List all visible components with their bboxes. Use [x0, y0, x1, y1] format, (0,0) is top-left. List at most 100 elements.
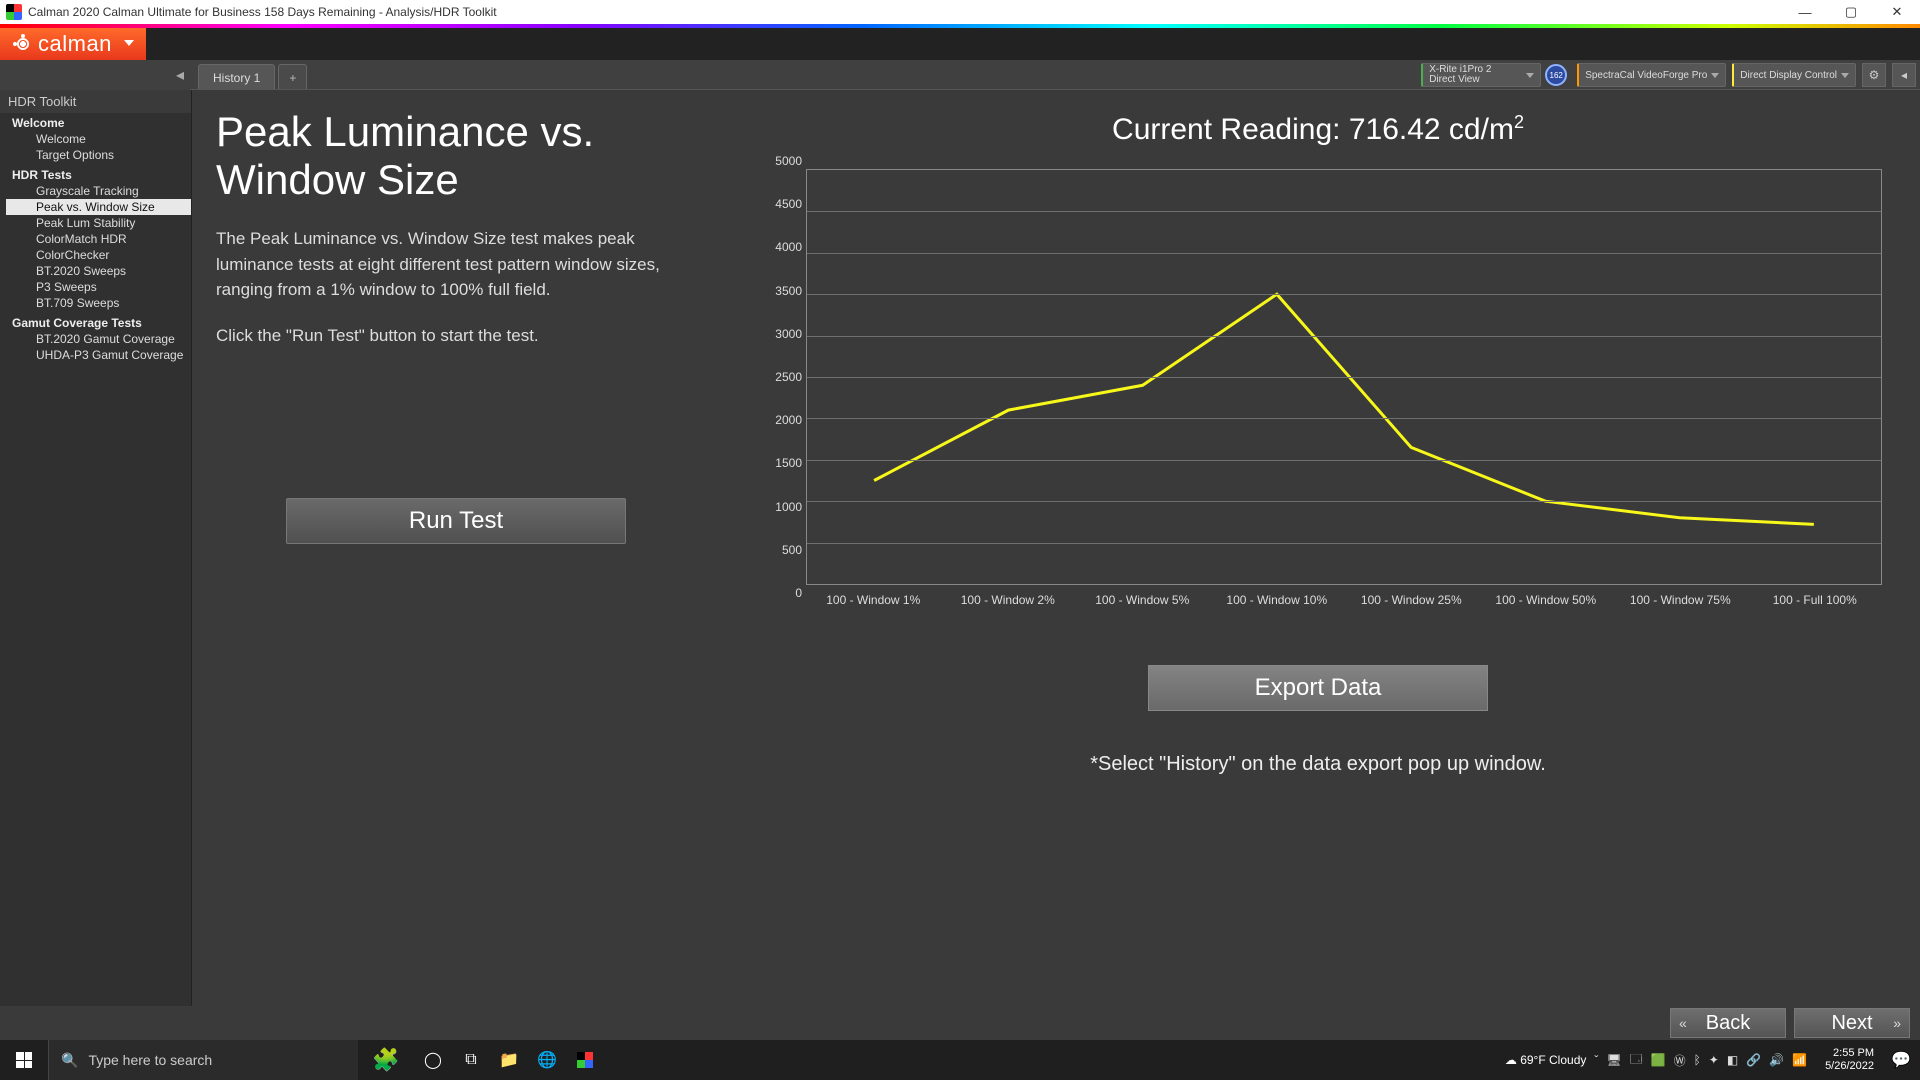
export-data-button[interactable]: Export Data — [1148, 665, 1488, 711]
reading-unit-exponent: 2 — [1514, 112, 1524, 132]
y-tick: 2000 — [775, 413, 802, 427]
task-view-button[interactable]: ⧉ — [452, 1040, 490, 1080]
taskview-icon: ⧉ — [465, 1051, 476, 1069]
tab-history-1[interactable]: History 1 — [198, 64, 275, 89]
x-tick: 100 - Window 2% — [961, 593, 1055, 607]
x-tick: 100 - Window 5% — [1095, 593, 1189, 607]
edge-button[interactable]: 🌐 — [528, 1040, 566, 1080]
meter-selector[interactable]: X-Rite i1Pro 2 Direct View — [1421, 63, 1541, 87]
chevron-down-icon — [124, 40, 134, 46]
notification-icon: 💬 — [1891, 1050, 1911, 1070]
back-label: Back — [1706, 1012, 1750, 1035]
window-maximize-button[interactable]: ▢ — [1828, 0, 1874, 24]
sidebar-item-peak-lum-stability[interactable]: Peak Lum Stability — [6, 215, 191, 231]
run-test-button[interactable]: Run Test — [286, 498, 626, 544]
sidebar-group-hdr-tests[interactable]: HDR Tests — [6, 167, 191, 183]
y-tick: 3000 — [775, 327, 802, 341]
sidebar-group-welcome[interactable]: Welcome — [6, 115, 191, 131]
sidebar-item-welcome[interactable]: Welcome — [6, 131, 191, 147]
tab-add-button[interactable]: + — [278, 64, 307, 89]
main-menu-button[interactable]: calman — [0, 28, 146, 60]
tab-strip: ◂ History 1 + X-Rite i1Pro 2 Direct View… — [0, 60, 1920, 90]
notifications-button[interactable]: 💬 — [1882, 1040, 1920, 1080]
gridline — [807, 336, 1881, 337]
back-button[interactable]: « Back — [1670, 1008, 1786, 1038]
next-button[interactable]: Next » — [1794, 1008, 1910, 1038]
source-selector[interactable]: SpectraCal VideoForge Pro — [1577, 63, 1726, 87]
volume-icon[interactable]: 🔊 — [1769, 1053, 1784, 1067]
file-explorer-button[interactable]: 📁 — [490, 1040, 528, 1080]
y-tick: 3500 — [775, 284, 802, 298]
cortana-button[interactable]: ◯ — [414, 1040, 452, 1080]
sidebar-item-bt-2020-gamut-coverage[interactable]: BT.2020 Gamut Coverage — [6, 331, 191, 347]
tray-icon[interactable]: ✦ — [1709, 1053, 1719, 1067]
current-reading: Current Reading: 716.42 cd/m2 — [746, 112, 1890, 147]
calman-logo-icon — [14, 35, 32, 53]
page-description-1: The Peak Luminance vs. Window Size test … — [216, 226, 686, 303]
sidebar-item-uhda-p3-gamut-coverage[interactable]: UHDA-P3 Gamut Coverage — [6, 347, 191, 363]
gridline — [807, 543, 1881, 544]
x-tick: 100 - Window 75% — [1630, 593, 1731, 607]
chevron-down-icon — [1841, 73, 1849, 78]
taskbar-clock[interactable]: 2:55 PM 5/26/2022 — [1817, 1047, 1882, 1073]
calman-taskbar-button[interactable] — [566, 1040, 604, 1080]
tray-icon[interactable]: 🗔 — [1630, 1050, 1643, 1071]
next-label: Next — [1831, 1012, 1872, 1035]
sidebar-collapse-button[interactable]: ◂ — [0, 60, 190, 90]
panel-collapse-button[interactable]: ◂ — [1892, 63, 1916, 87]
sidebar-item-bt-709-sweeps[interactable]: BT.709 Sweeps — [6, 295, 191, 311]
bluetooth-icon[interactable]: ᛒ — [1694, 1053, 1701, 1067]
display-selector[interactable]: Direct Display Control — [1732, 63, 1856, 87]
gear-icon: ⚙ — [1869, 68, 1880, 82]
gridline — [807, 418, 1881, 419]
search-placeholder: Type here to search — [88, 1052, 212, 1068]
brand-name: calman — [38, 31, 112, 57]
y-tick: 5000 — [775, 154, 802, 168]
taskbar-search[interactable]: 🔍 Type here to search — [48, 1040, 358, 1080]
sidebar-item-bt-2020-sweeps[interactable]: BT.2020 Sweeps — [6, 263, 191, 279]
chevron-right-icon: » — [1893, 1015, 1901, 1031]
tray-icon[interactable]: Ⓦ — [1674, 1052, 1686, 1069]
meter-reading-badge: 162 — [1545, 64, 1567, 86]
system-tray: ☁ 69°F Cloudy ˇ 🖥 🗔 🟩 Ⓦ ᛒ ✦ ◧ 🔗 🔊 📶 — [1495, 1050, 1817, 1071]
app-icon — [6, 4, 22, 20]
gridline — [807, 211, 1881, 212]
x-tick: 100 - Window 50% — [1495, 593, 1596, 607]
sidebar-item-peak-vs-window-size[interactable]: Peak vs. Window Size — [6, 199, 191, 215]
source-name: SpectraCal VideoForge Pro — [1585, 70, 1707, 81]
chart-plot-area — [806, 169, 1882, 585]
tray-icon[interactable]: 🔗 — [1746, 1053, 1761, 1067]
sidebar: HDR Toolkit WelcomeWelcomeTarget Options… — [0, 90, 192, 1006]
chevron-left-icon: « — [1679, 1015, 1687, 1031]
x-tick: 100 - Window 1% — [826, 593, 920, 607]
weather-widget[interactable]: ☁ 69°F Cloudy — [1505, 1053, 1587, 1067]
window-minimize-button[interactable]: — — [1782, 0, 1828, 24]
news-icon: 🧩 — [372, 1047, 399, 1073]
sidebar-item-grayscale-tracking[interactable]: Grayscale Tracking — [6, 183, 191, 199]
page-title: Peak Luminance vs. Window Size — [216, 108, 746, 204]
gridline — [807, 501, 1881, 502]
windows-taskbar: 🔍 Type here to search 🧩 ◯ ⧉ 📁 🌐 ☁ 69°F C… — [0, 1040, 1920, 1080]
search-icon: 🔍 — [61, 1052, 78, 1069]
reading-value: 716.42 cd/m — [1349, 113, 1514, 146]
sidebar-item-p3-sweeps[interactable]: P3 Sweeps — [6, 279, 191, 295]
y-tick: 500 — [782, 543, 802, 557]
sidebar-item-colorchecker[interactable]: ColorChecker — [6, 247, 191, 263]
sidebar-item-colormatch-hdr[interactable]: ColorMatch HDR — [6, 231, 191, 247]
wifi-icon[interactable]: 📶 — [1792, 1053, 1807, 1067]
tray-icon[interactable]: 🟩 — [1651, 1053, 1666, 1067]
edge-icon: 🌐 — [537, 1050, 557, 1070]
clock-time: 2:55 PM — [1833, 1047, 1874, 1060]
y-tick: 4500 — [775, 197, 802, 211]
tray-overflow-button[interactable]: ˇ — [1594, 1053, 1598, 1067]
tray-icon[interactable]: 🖥 — [1606, 1053, 1621, 1067]
sidebar-item-target-options[interactable]: Target Options — [6, 147, 191, 163]
y-tick: 4000 — [775, 240, 802, 254]
tray-icon[interactable]: ◧ — [1727, 1053, 1738, 1067]
settings-button[interactable]: ⚙ — [1862, 63, 1886, 87]
window-close-button[interactable]: ✕ — [1874, 0, 1920, 24]
news-widget[interactable]: 🧩 — [358, 1040, 414, 1080]
export-hint: *Select "History" on the data export pop… — [1090, 753, 1546, 776]
start-button[interactable] — [0, 1040, 48, 1080]
sidebar-group-gamut-coverage-tests[interactable]: Gamut Coverage Tests — [6, 315, 191, 331]
